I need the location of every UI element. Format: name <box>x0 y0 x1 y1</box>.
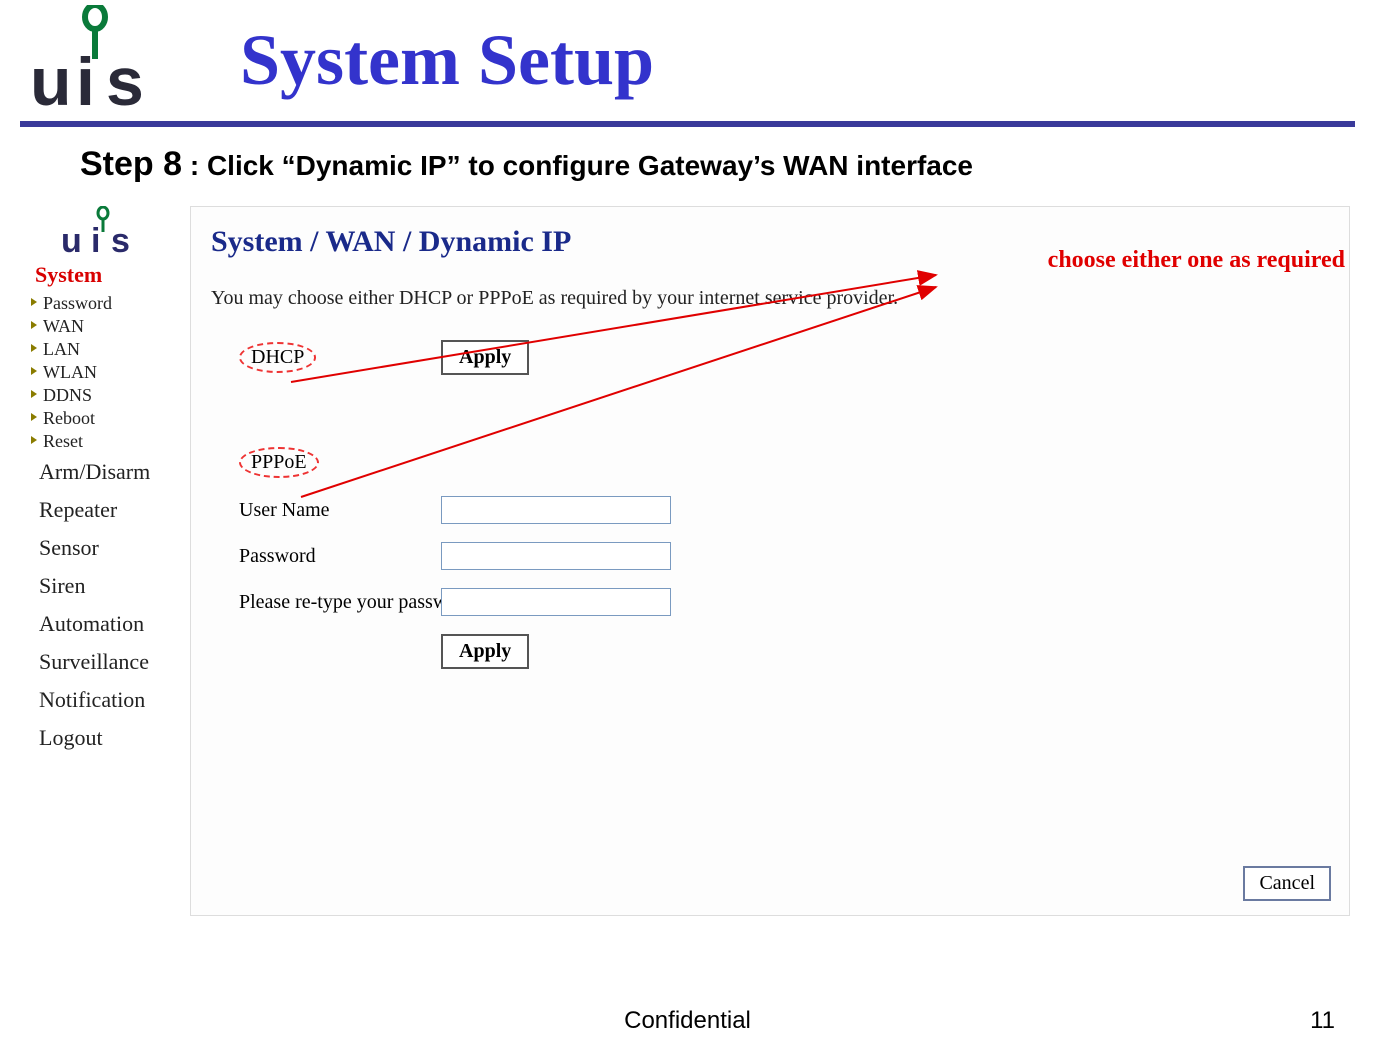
footer-page-number: 11 <box>1310 1007 1335 1035</box>
sidebar-item-reboot[interactable]: Reboot <box>25 407 184 430</box>
sidebar-item-wlan[interactable]: WLAN <box>25 361 184 384</box>
sidebar-item-surveillance[interactable]: Surveillance <box>25 643 184 681</box>
admin-sidebar: u i s System Password WAN LAN WLAN DDNS … <box>20 206 190 757</box>
sidebar-item-logout[interactable]: Logout <box>25 719 184 757</box>
sidebar-item-siren[interactable]: Siren <box>25 567 184 605</box>
annotation-text: choose either one as required <box>1048 247 1345 274</box>
uis-logo-small: u i s <box>25 206 184 256</box>
dhcp-option[interactable]: DHCP <box>239 342 316 373</box>
password-input[interactable] <box>441 542 671 570</box>
title-underline <box>20 121 1355 127</box>
sidebar-item-password[interactable]: Password <box>25 292 184 315</box>
sidebar-item-ddns[interactable]: DDNS <box>25 384 184 407</box>
svg-text:s: s <box>106 44 144 115</box>
apply-pppoe-button[interactable]: Apply <box>441 634 529 669</box>
svg-text:u: u <box>30 44 72 115</box>
username-label: User Name <box>211 499 441 522</box>
footer-confidential: Confidential <box>624 1007 751 1035</box>
pppoe-option[interactable]: PPPoE <box>239 447 319 478</box>
slide-title: System Setup <box>240 19 654 102</box>
sidebar-item-notification[interactable]: Notification <box>25 681 184 719</box>
svg-text:i: i <box>91 222 100 256</box>
retype-password-input[interactable] <box>441 588 671 616</box>
sidebar-item-arm-disarm[interactable]: Arm/Disarm <box>25 453 184 491</box>
sidebar-item-repeater[interactable]: Repeater <box>25 491 184 529</box>
cancel-button[interactable]: Cancel <box>1243 866 1331 901</box>
uis-logo-large: u i s <box>20 5 175 115</box>
step-number: Step 8 <box>80 145 182 183</box>
sidebar-item-reset[interactable]: Reset <box>25 430 184 453</box>
apply-dhcp-button[interactable]: Apply <box>441 340 529 375</box>
sidebar-item-automation[interactable]: Automation <box>25 605 184 643</box>
step-separator: : <box>182 150 207 181</box>
svg-text:s: s <box>111 222 130 256</box>
sidebar-item-lan[interactable]: LAN <box>25 338 184 361</box>
sidebar-item-sensor[interactable]: Sensor <box>25 529 184 567</box>
config-panel: System / WAN / Dynamic IP You may choose… <box>190 206 1350 916</box>
sidebar-item-system[interactable]: System <box>25 262 184 288</box>
sidebar-item-wan[interactable]: WAN <box>25 315 184 338</box>
svg-text:i: i <box>76 44 95 115</box>
panel-description: You may choose either DHCP or PPPoE as r… <box>211 287 1329 310</box>
step-text: Click “Dynamic IP” to configure Gateway’… <box>207 150 973 181</box>
password-label: Password <box>211 545 441 568</box>
svg-text:u: u <box>61 222 82 256</box>
step-instruction: Step 8 : Click “Dynamic IP” to configure… <box>20 145 1355 184</box>
username-input[interactable] <box>441 496 671 524</box>
